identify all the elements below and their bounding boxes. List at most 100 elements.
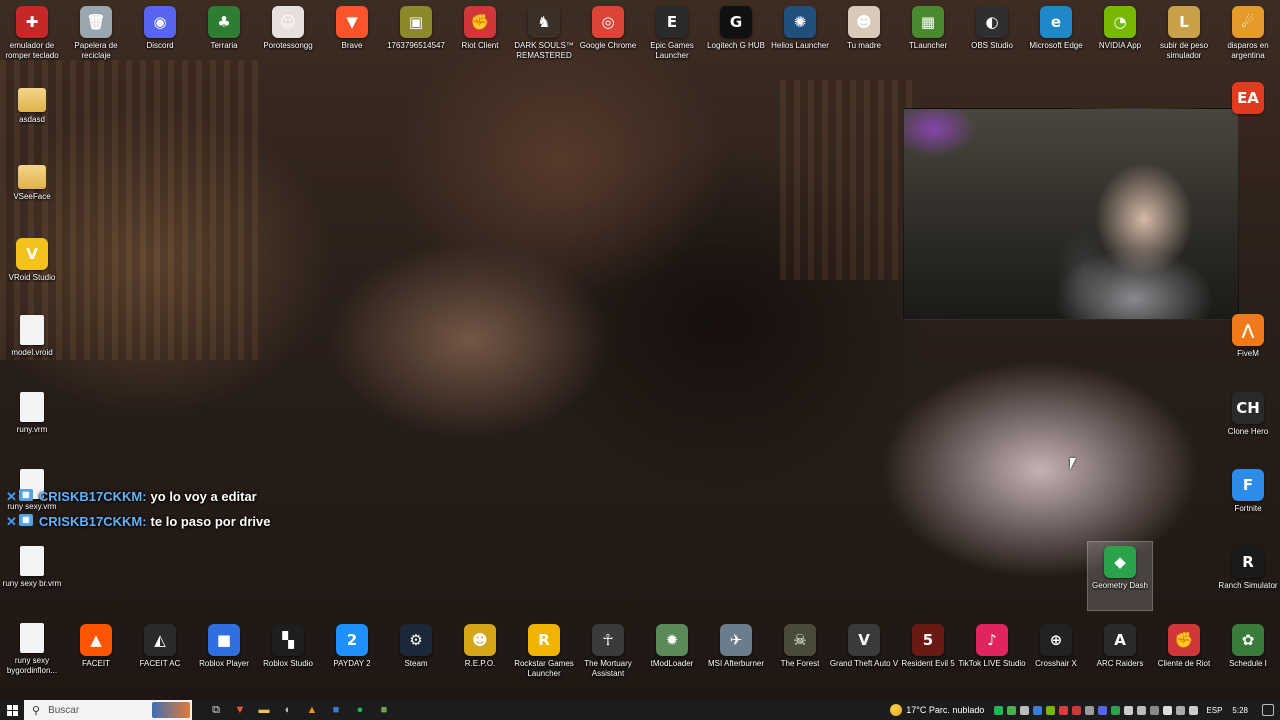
desktop-icon[interactable]: ▚ Roblox Studio xyxy=(256,620,320,688)
obs-studio-icon: ◐ xyxy=(976,6,1008,38)
desktop-icon[interactable]: ✹ tModLoader xyxy=(640,620,704,688)
tray-icon[interactable] xyxy=(994,705,1004,715)
taskbar-search[interactable]: ⚲ Buscar xyxy=(24,700,192,720)
desktop-icon[interactable]: asdasd xyxy=(0,80,64,148)
desktop-icon[interactable]: ✊ Cliente de Riot xyxy=(1152,620,1216,688)
desktop-icon-label: Steam xyxy=(404,659,428,668)
desktop-icon[interactable]: E Epic Games Launcher xyxy=(640,2,704,70)
desktop-icon-label: runy sexy br.vrm xyxy=(2,579,62,588)
tray-icon[interactable] xyxy=(1111,705,1121,715)
minecraft-icon: ■ xyxy=(380,704,388,716)
taskbar-app-button[interactable]: ■ xyxy=(372,700,396,720)
desktop-icon[interactable]: F Fortnite xyxy=(1216,465,1280,533)
desktop-icon[interactable]: ♪ TikTok LIVE Studio xyxy=(958,620,1026,688)
desktop-icon[interactable]: ⋀ FiveM xyxy=(1216,310,1280,378)
desktop-icon[interactable]: ◔ NVIDIA App xyxy=(1088,2,1152,70)
taskbar-app-button[interactable]: ▼ xyxy=(228,700,252,720)
desktop-icon[interactable]: ▲ FACEIT xyxy=(64,620,128,688)
taskbar-app-button[interactable]: ▲ xyxy=(300,700,324,720)
start-button[interactable] xyxy=(0,700,24,720)
desktop-icon[interactable]: runy.vrm xyxy=(0,388,64,456)
desktop-icon[interactable]: ☥ The Mortuary Assistant xyxy=(576,620,640,688)
desktop-icon[interactable]: R Rockstar Games Launcher xyxy=(512,620,576,688)
desktop-icon[interactable]: G Logitech G HUB xyxy=(704,2,768,70)
weather-widget[interactable]: 17°C Parc. nublado xyxy=(890,704,984,716)
tray-icon[interactable] xyxy=(1124,705,1134,715)
desktop-icon[interactable]: 5 Resident Evil 5 xyxy=(896,620,960,688)
tray-icon[interactable] xyxy=(1020,705,1030,715)
tray-icon[interactable] xyxy=(1150,705,1160,715)
desktop-icon[interactable]: R Ranch Simulator xyxy=(1216,542,1280,610)
desktop-icon-label: Terraria xyxy=(210,41,238,50)
weather-temp: 17°C xyxy=(906,705,927,715)
desktop-icon[interactable]: ☄ disparos en argentina xyxy=(1216,2,1280,70)
taskbar-app-button[interactable]: ■ xyxy=(324,700,348,720)
desktop-icon[interactable]: ▦ TLauncher xyxy=(896,2,960,70)
desktop-icon[interactable]: ✿ Schedule I xyxy=(1216,620,1280,688)
desktop-icon[interactable]: ▼ Brave xyxy=(320,2,384,70)
desktop-icon[interactable]: ◭ FACEIT AC xyxy=(128,620,192,688)
sword-badge-icon: ✕ xyxy=(6,513,17,529)
taskbar-app-button[interactable]: ▬ xyxy=(252,700,276,720)
chat-message: ✕ ▦ CRISKB17CKKM: te lo paso por drive xyxy=(6,509,270,534)
tray-icon[interactable] xyxy=(1072,705,1082,715)
notifications-icon[interactable] xyxy=(1262,704,1274,716)
desktop-icon[interactable]: ⚙ Steam xyxy=(384,620,448,688)
desktop-icon[interactable]: ☻ Tu madre xyxy=(832,2,896,70)
dark-souls-icon: ♞ xyxy=(528,6,560,38)
desktop-icon[interactable]: A ARC Raiders xyxy=(1088,620,1152,688)
tray-icon[interactable] xyxy=(1098,705,1108,715)
desktop-icon[interactable]: ✊ Riot Client xyxy=(448,2,512,70)
desktop-icon-label: Discord xyxy=(146,41,174,50)
desktop-icon[interactable]: ☻ R.E.P.O. xyxy=(448,620,512,688)
desktop-icon[interactable]: ⊕ Crosshair X xyxy=(1024,620,1088,688)
desktop-icon[interactable]: VSeeFace xyxy=(0,157,64,225)
desktop-icon-label: subir de peso simulador xyxy=(1159,41,1209,60)
tray-icon[interactable] xyxy=(1046,705,1056,715)
desktop-icon[interactable]: ✈ MSI Afterburner xyxy=(704,620,768,688)
tray-icon[interactable] xyxy=(1059,705,1069,715)
desktop-icon[interactable]: EA xyxy=(1216,78,1280,146)
geometry-dash-icon: ◆ xyxy=(1104,546,1136,578)
taskbar-app-button[interactable]: ⧉ xyxy=(204,700,228,720)
desktop-icon[interactable]: ◎ Google Chrome xyxy=(576,2,640,70)
taskbar-app-button[interactable]: ● xyxy=(348,700,372,720)
desktop-icon[interactable]: ◉ Discord xyxy=(128,2,192,70)
tray-icon[interactable] xyxy=(1163,705,1173,715)
tray-icon[interactable] xyxy=(1137,705,1147,715)
desktop-icon[interactable]: runy sexy bygordinflon... xyxy=(0,619,64,687)
desktop-icon[interactable]: ◐ OBS Studio xyxy=(960,2,1024,70)
desktop-icon-label: FACEIT AC xyxy=(139,659,181,668)
desktop-icon[interactable]: ☠ The Forest xyxy=(768,620,832,688)
tray-icon[interactable] xyxy=(1189,705,1199,715)
desktop-icon[interactable]: CH Clone Hero xyxy=(1216,388,1280,456)
desktop-icon[interactable]: model.vroid xyxy=(0,311,64,379)
tray-icon[interactable] xyxy=(1007,705,1017,715)
tray-icon[interactable] xyxy=(1085,705,1095,715)
desktop-icon[interactable]: ✚ emulador de romper teclado xyxy=(0,2,64,70)
language-indicator[interactable]: ESP xyxy=(1206,706,1222,715)
clock[interactable]: 5:28 xyxy=(1232,706,1248,715)
tray-icon[interactable] xyxy=(1033,705,1043,715)
desktop-icon[interactable]: ■ Roblox Player xyxy=(192,620,256,688)
desktop-icon[interactable]: Lsubir de peso simulador xyxy=(1152,2,1216,70)
desktop-icon[interactable]: ✺ Helios Launcher xyxy=(768,2,832,70)
tray-icon[interactable] xyxy=(1176,705,1186,715)
desktop-icon-label: 1763796514547 xyxy=(387,41,445,50)
desktop-icon[interactable]: ♞ DARK SOULS™ REMASTERED xyxy=(512,2,576,70)
desktop-icon[interactable]: ☺ Porotessongg xyxy=(256,2,320,70)
desktop-icon[interactable]: V VRoid Studio xyxy=(0,234,64,302)
stream-chat-overlay: ✕ ▦ CRISKB17CKKM: yo lo voy a editar ✕ ▦… xyxy=(6,484,270,534)
desktop-icon[interactable]: V Grand Theft Auto V xyxy=(830,620,898,688)
discord-icon: ◉ xyxy=(144,6,176,38)
desktop-icon[interactable]: ♣ Terraria xyxy=(192,2,256,70)
desktop-icon[interactable]: 🗑 Papelera de reciclaje xyxy=(64,2,128,70)
desktop-icon[interactable]: e Microsoft Edge xyxy=(1024,2,1088,70)
taskbar-app-button[interactable]: ◐ xyxy=(276,700,300,720)
desktop-icon[interactable]: ◆ Geometry Dash xyxy=(1087,541,1153,611)
desktop-icon[interactable]: ▣ 1763796514547 xyxy=(384,2,448,70)
vlc-icon: ▲ xyxy=(306,704,318,716)
porotessongg-icon: ☺ xyxy=(272,6,304,38)
desktop-icon[interactable]: 2 PAYDAY 2 xyxy=(320,620,384,688)
desktop-icon[interactable]: runy sexy br.vrm xyxy=(0,542,64,610)
